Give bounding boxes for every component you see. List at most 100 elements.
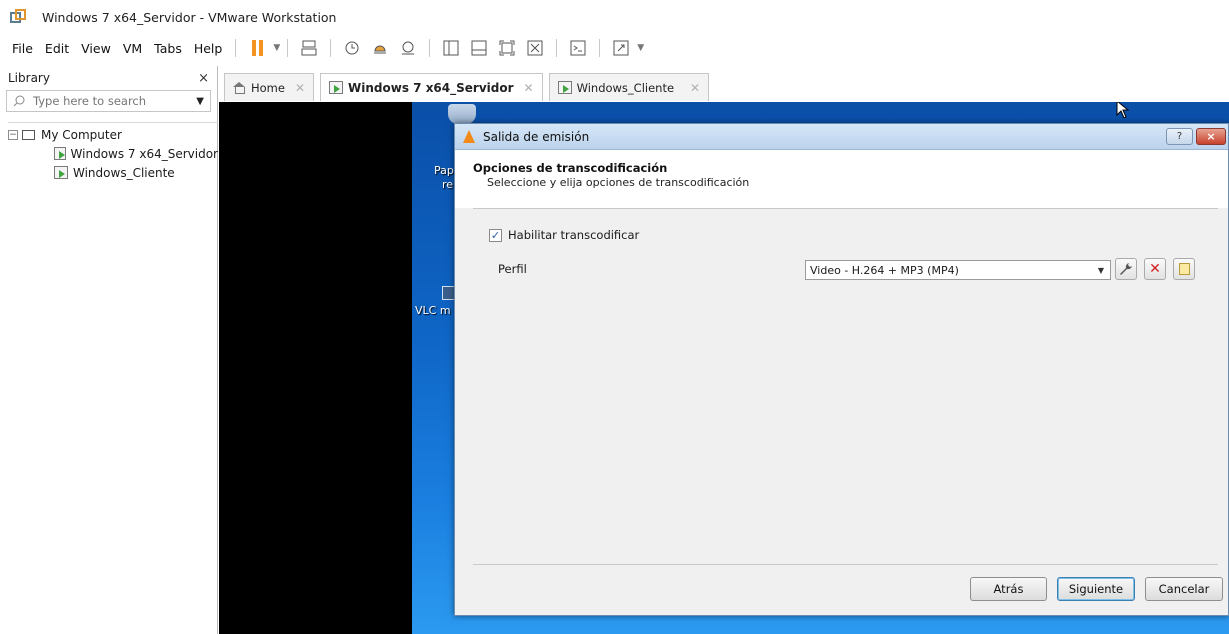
menu-toolbar: File Edit View VM Tabs Help ▼ ▼ xyxy=(0,34,1229,62)
menu-file[interactable]: File xyxy=(6,41,39,56)
thumbnail-icon xyxy=(471,40,487,56)
dialog-titlebar: Salida de emisión ? × xyxy=(455,124,1228,150)
library-search[interactable]: ▼ xyxy=(6,90,211,112)
close-icon[interactable]: ✕ xyxy=(295,81,305,95)
toolbar-separator xyxy=(556,39,558,57)
divider xyxy=(473,564,1218,565)
profile-selected-value: Video - H.264 + MP3 (MP4) xyxy=(810,263,959,277)
send-ctrl-alt-del-button[interactable] xyxy=(298,37,320,59)
new-profile-icon xyxy=(1178,263,1190,275)
divider xyxy=(473,208,1218,209)
full-screen-icon xyxy=(499,40,515,56)
tab-label: Windows_Cliente xyxy=(576,80,675,95)
tab-windows-cliente[interactable]: Windows_Cliente ✕ xyxy=(548,73,710,101)
cancel-button[interactable]: Cancelar xyxy=(1145,577,1223,601)
window-titlebar: Windows 7 x64_Servidor - VMware Workstat… xyxy=(0,0,1229,34)
menu-vm[interactable]: VM xyxy=(117,41,148,56)
snapshot-button[interactable] xyxy=(341,37,363,59)
console-view-button[interactable] xyxy=(567,37,589,59)
vm-icon xyxy=(329,81,344,94)
desktop-icon-label: Pap xyxy=(434,164,454,177)
computer-icon xyxy=(22,129,35,140)
vm-icon xyxy=(54,147,66,160)
mouse-cursor-icon xyxy=(1116,102,1130,118)
unity-button[interactable] xyxy=(524,37,546,59)
tab-label: Home xyxy=(251,80,285,95)
stretch-dropdown-icon[interactable]: ▼ xyxy=(637,43,644,53)
library-view-icon xyxy=(443,40,459,56)
library-panel: Library × ▼ − My Computer Windows 7 x64_… xyxy=(0,66,218,634)
toolbar-separator xyxy=(235,39,237,57)
menu-help[interactable]: Help xyxy=(188,41,229,56)
unity-icon xyxy=(527,40,543,56)
pause-dropdown-icon[interactable]: ▼ xyxy=(273,43,280,53)
edit-profile-button[interactable] xyxy=(1115,258,1137,280)
desktop-icon-label: re xyxy=(442,178,454,191)
library-title: Library xyxy=(8,71,50,85)
search-dropdown-icon[interactable]: ▼ xyxy=(196,96,204,107)
recycle-bin-icon[interactable] xyxy=(448,104,476,124)
next-button[interactable]: Siguiente xyxy=(1057,577,1135,601)
tab-bar: Home ✕ Windows 7 x64_Servidor ✕ Windows_… xyxy=(224,71,715,101)
toolbar-separator xyxy=(599,39,601,57)
full-screen-button[interactable] xyxy=(496,37,518,59)
thumbnail-bar-button[interactable] xyxy=(468,37,490,59)
profile-label: Perfil xyxy=(498,262,527,276)
tab-home[interactable]: Home ✕ xyxy=(224,73,315,101)
revert-snapshot-button[interactable] xyxy=(369,37,391,59)
toolbar-separator xyxy=(287,39,289,57)
library-tree: − My Computer Windows 7 x64_Servidor Win… xyxy=(8,122,218,182)
vlc-cone-icon xyxy=(463,130,475,143)
tree-item-windows7-servidor[interactable]: Windows 7 x64_Servidor xyxy=(8,144,218,163)
tree-item-windows-cliente[interactable]: Windows_Cliente xyxy=(8,163,218,182)
pause-icon xyxy=(251,40,263,56)
stream-output-dialog: Salida de emisión ? × Opciones de transc… xyxy=(454,123,1229,616)
vmware-logo-icon xyxy=(10,9,26,25)
snapshot-manager-button[interactable] xyxy=(397,37,419,59)
home-icon xyxy=(233,82,245,94)
delete-icon: ✕ xyxy=(1149,261,1161,277)
window-title: Windows 7 x64_Servidor - VMware Workstat… xyxy=(42,9,337,25)
clock-icon xyxy=(345,41,359,55)
library-close-icon[interactable]: × xyxy=(198,71,209,86)
vm-icon xyxy=(54,166,68,179)
toolbar-separator xyxy=(429,39,431,57)
new-profile-button[interactable] xyxy=(1173,258,1195,280)
help-button[interactable]: ? xyxy=(1166,128,1193,145)
enable-transcode-checkbox[interactable]: ✓ Habilitar transcodificar xyxy=(489,228,639,242)
tree-item-my-computer[interactable]: − My Computer xyxy=(8,125,218,144)
search-icon xyxy=(13,95,25,107)
menu-view[interactable]: View xyxy=(75,41,117,56)
library-header: Library × xyxy=(0,66,217,90)
snapshot-manager-icon xyxy=(402,41,415,55)
library-search-input[interactable] xyxy=(33,94,163,108)
tab-windows7-servidor[interactable]: Windows 7 x64_Servidor ✕ xyxy=(320,73,543,101)
revert-icon xyxy=(374,45,387,54)
menu-edit[interactable]: Edit xyxy=(39,41,75,56)
console-icon xyxy=(570,40,586,56)
checkbox-checked-icon[interactable]: ✓ xyxy=(489,228,502,242)
show-library-button[interactable] xyxy=(440,37,462,59)
network-icon xyxy=(301,40,317,56)
checkbox-label: Habilitar transcodificar xyxy=(508,228,640,242)
close-icon[interactable]: ✕ xyxy=(524,81,534,95)
close-button[interactable]: × xyxy=(1196,128,1226,145)
section-heading: Opciones de transcodificación xyxy=(473,161,668,175)
close-icon[interactable]: ✕ xyxy=(690,81,700,95)
dialog-header: Opciones de transcodificación Seleccione… xyxy=(455,150,1228,208)
tree-item-label: My Computer xyxy=(41,127,122,142)
tab-label: Windows 7 x64_Servidor xyxy=(348,80,514,95)
collapse-icon[interactable]: − xyxy=(8,129,18,140)
toolbar-separator xyxy=(330,39,332,57)
profile-select[interactable]: Video - H.264 + MP3 (MP4) ▼ xyxy=(805,260,1111,280)
delete-profile-button[interactable]: ✕ xyxy=(1144,258,1166,280)
back-button[interactable]: Atrás xyxy=(970,577,1047,601)
desktop-icon-label: VLC m xyxy=(415,304,451,317)
tree-item-label: Windows_Cliente xyxy=(73,165,175,180)
pause-button[interactable] xyxy=(246,37,268,59)
dialog-title: Salida de emisión xyxy=(483,129,590,144)
menu-tabs[interactable]: Tabs xyxy=(148,41,188,56)
vm-icon xyxy=(557,81,572,94)
section-subheading: Seleccione y elija opciones de transcodi… xyxy=(487,176,750,189)
stretch-button[interactable] xyxy=(610,37,632,59)
